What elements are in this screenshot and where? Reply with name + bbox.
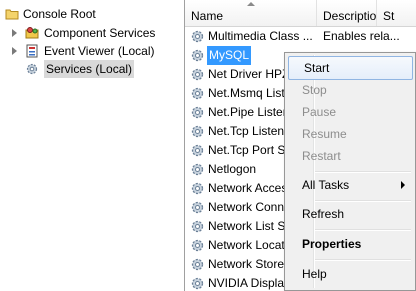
service-gear-icon (190, 143, 205, 158)
menu-item-pause[interactable]: Pause (287, 101, 413, 123)
service-gear-icon (190, 200, 205, 215)
column-header-status[interactable]: St (377, 0, 416, 26)
service-gear-icon (190, 48, 205, 63)
menu-item-properties[interactable]: Properties (287, 233, 413, 255)
submenu-arrow-icon (401, 181, 405, 189)
menu-separator (315, 259, 411, 261)
service-name: MySQL (207, 46, 252, 65)
menu-separator (315, 200, 411, 202)
service-gear-icon (190, 105, 205, 120)
menu-item-refresh[interactable]: Refresh (287, 203, 413, 225)
menu-item-help[interactable]: Help (287, 263, 413, 285)
service-description: Enables rela... (323, 29, 400, 43)
menu-item-restart[interactable]: Restart (287, 145, 413, 167)
service-gear-icon (190, 257, 205, 272)
menu-item-stop[interactable]: Stop (287, 79, 413, 101)
service-gear-icon (190, 238, 205, 253)
console-tree: Console Root Component Services Event Vi… (0, 0, 185, 291)
menu-separator (315, 171, 411, 173)
service-gear-icon (190, 124, 205, 139)
tree-label: Console Root (23, 7, 96, 21)
context-menu: Start Stop Pause Resume Restart All Task… (284, 52, 416, 291)
service-gear-icon (190, 162, 205, 177)
service-gear-icon (190, 67, 205, 82)
service-gear-icon (190, 86, 205, 101)
column-header-bar: Name Description St (185, 0, 416, 27)
menu-item-start[interactable]: Start (288, 56, 413, 80)
tree-item-component-services[interactable]: Component Services (0, 24, 184, 42)
tree-item-event-viewer[interactable]: Event Viewer (Local) (0, 42, 184, 60)
menu-item-all-tasks[interactable]: All Tasks (287, 174, 413, 196)
menu-item-resume[interactable]: Resume (287, 123, 413, 145)
service-name: Multimedia Class ... (208, 29, 313, 43)
table-row[interactable]: Multimedia Class ... Enables rela... (185, 27, 416, 46)
service-gear-icon (190, 276, 205, 291)
component-services-icon (25, 26, 39, 40)
folder-icon (5, 7, 19, 21)
expand-arrow-icon[interactable] (12, 29, 17, 37)
event-viewer-icon (25, 44, 39, 58)
tree-item-services-local[interactable]: Services (Local) (0, 60, 184, 78)
expand-arrow-icon[interactable] (12, 47, 17, 55)
tree-label: Services (Local) (44, 60, 135, 78)
column-header-name[interactable]: Name (185, 0, 317, 26)
service-gear-icon (190, 181, 205, 196)
service-gear-icon (190, 219, 205, 234)
tree-label: Event Viewer (Local) (44, 44, 155, 58)
menu-item-label: All Tasks (302, 178, 350, 192)
tree-label: Component Services (44, 26, 156, 40)
column-header-description[interactable]: Description (317, 0, 377, 26)
service-gear-icon (190, 29, 205, 44)
services-gear-icon (25, 62, 39, 76)
menu-separator (315, 229, 411, 231)
